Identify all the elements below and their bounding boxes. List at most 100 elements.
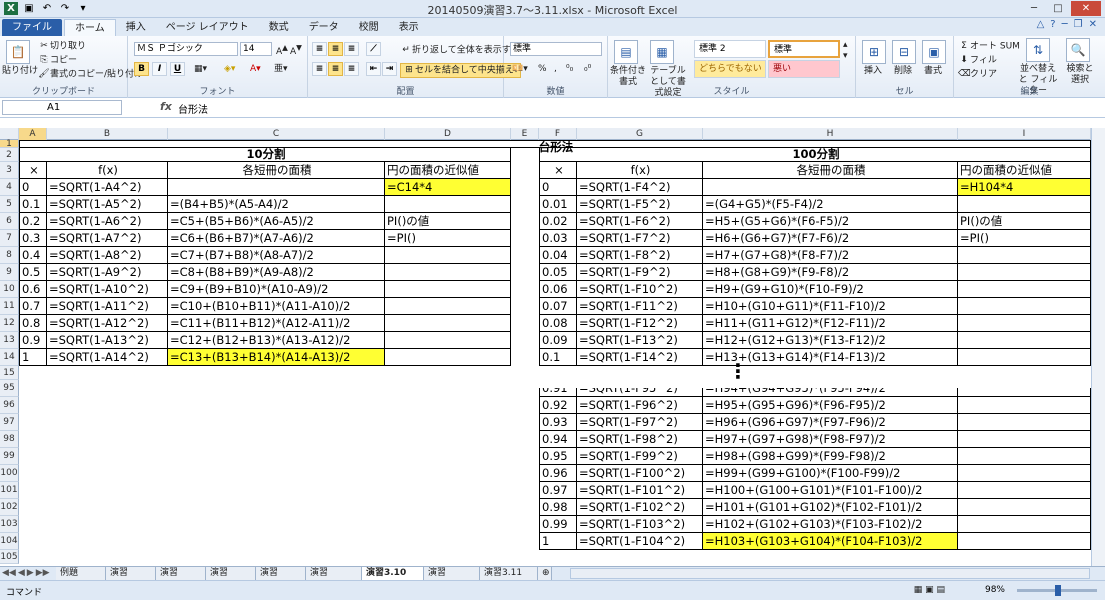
- cell-x[interactable]: 0.03: [539, 230, 577, 247]
- increase-decimal-icon[interactable]: ⁰₀: [566, 64, 573, 75]
- cell-area[interactable]: [703, 179, 958, 196]
- cell-fx[interactable]: =SQRT(1-F99^2): [577, 448, 703, 465]
- row-header[interactable]: 102: [0, 499, 19, 516]
- left-col-title-approx[interactable]: 円の面積の近似値: [385, 162, 511, 179]
- cell-approx[interactable]: [958, 349, 1091, 366]
- cell-approx[interactable]: =PI(): [385, 230, 511, 247]
- cell-area[interactable]: =H101+(G101+G102)*(F102-F101)/2: [703, 499, 958, 516]
- cell-fx[interactable]: =SQRT(1-F6^2): [577, 213, 703, 230]
- cell-fx[interactable]: =SQRT(1-F13^2): [577, 332, 703, 349]
- cell-area[interactable]: =H7+(G7+G8)*(F8-F7)/2: [703, 247, 958, 264]
- new-sheet-icon[interactable]: ⊕: [538, 567, 552, 580]
- cell-fx[interactable]: =SQRT(1-F103^2): [577, 516, 703, 533]
- cell-approx[interactable]: =PI(): [958, 230, 1091, 247]
- column-header-i[interactable]: I: [958, 128, 1091, 140]
- format-as-table-icon[interactable]: ▦: [650, 40, 674, 64]
- column-header-h[interactable]: H: [703, 128, 958, 140]
- row-header[interactable]: 97: [0, 414, 19, 431]
- cell-area[interactable]: =C7+(B7+B8)*(A8-A7)/2: [168, 247, 385, 264]
- tab-formulas[interactable]: 数式: [259, 19, 299, 36]
- cell-area[interactable]: =H96+(G96+G97)*(F97-F96)/2: [703, 414, 958, 431]
- wrap-text-button[interactable]: ↵ 折り返して全体を表示する: [400, 44, 520, 57]
- insert-cells-button[interactable]: 挿入: [864, 66, 882, 77]
- comma-icon[interactable]: ,: [554, 64, 557, 75]
- cell-x[interactable]: 0.07: [539, 298, 577, 315]
- formula-input[interactable]: 台形法: [178, 101, 208, 116]
- cell-area[interactable]: =H99+(G99+G100)*(F100-F99)/2: [703, 465, 958, 482]
- align-left-icon[interactable]: ≡: [312, 62, 327, 76]
- column-header-b[interactable]: B: [47, 128, 168, 140]
- cell-fx[interactable]: =SQRT(1-A12^2): [47, 315, 168, 332]
- cell-fx[interactable]: =SQRT(1-A7^2): [47, 230, 168, 247]
- cell-approx[interactable]: [958, 196, 1091, 213]
- cell-approx[interactable]: PI()の値: [958, 213, 1091, 230]
- column-header-c[interactable]: C: [168, 128, 385, 140]
- sheet-tab[interactable]: 演習3.10(1): [306, 567, 362, 591]
- paste-icon[interactable]: 📋: [6, 40, 30, 64]
- cell-area[interactable]: =H10+(G10+G11)*(F11-F10)/2: [703, 298, 958, 315]
- column-header-d[interactable]: D: [385, 128, 511, 140]
- cell-x[interactable]: 0.04: [539, 247, 577, 264]
- row-header[interactable]: 7: [0, 230, 19, 247]
- cell-approx[interactable]: PI()の値: [385, 213, 511, 230]
- prev-sheet-icon[interactable]: ◀: [18, 568, 25, 578]
- cell-x[interactable]: 0.98: [539, 499, 577, 516]
- cell-approx[interactable]: [385, 247, 511, 264]
- phonetic-icon[interactable]: 亜▾: [274, 64, 288, 75]
- name-box[interactable]: A1: [2, 100, 122, 115]
- first-sheet-icon[interactable]: ◀◀: [2, 568, 16, 578]
- cell-fx[interactable]: =SQRT(1-F4^2): [577, 179, 703, 196]
- minimize-icon[interactable]: ─: [1023, 1, 1045, 16]
- tab-file[interactable]: ファイル: [2, 19, 62, 36]
- cell-approx[interactable]: [385, 298, 511, 315]
- left-col-title-area[interactable]: 各短冊の面積: [168, 162, 385, 179]
- cell-approx[interactable]: [385, 315, 511, 332]
- cell-fx[interactable]: =SQRT(1-A14^2): [47, 349, 168, 366]
- row-header[interactable]: 12: [0, 315, 19, 332]
- cell-approx[interactable]: [958, 516, 1091, 533]
- cell-approx[interactable]: [958, 465, 1091, 482]
- cell-approx[interactable]: [385, 281, 511, 298]
- row-header[interactable]: 96: [0, 397, 19, 414]
- sheet-tab[interactable]: 演習3.11(1): [424, 567, 480, 591]
- font-color-icon[interactable]: A▾: [250, 64, 261, 75]
- tab-home[interactable]: ホーム: [64, 19, 116, 36]
- zoom-level[interactable]: 98%: [985, 585, 1005, 595]
- cell-fx[interactable]: =SQRT(1-F104^2): [577, 533, 703, 550]
- row-header[interactable]: 101: [0, 482, 19, 499]
- cell-approx[interactable]: [958, 414, 1091, 431]
- right-col-title-approx[interactable]: 円の面積の近似値: [958, 162, 1091, 179]
- cell-approx[interactable]: [958, 431, 1091, 448]
- close-icon[interactable]: ✕: [1071, 1, 1101, 16]
- indent-increase-icon[interactable]: ⇥: [382, 62, 397, 76]
- right-col-title-fx[interactable]: f(x): [577, 162, 703, 179]
- ribbon-minimize-icon[interactable]: △: [1037, 19, 1045, 30]
- cell-x[interactable]: 0.6: [19, 281, 47, 298]
- cell-fx[interactable]: =SQRT(1-F8^2): [577, 247, 703, 264]
- sheet-tab[interactable]: 演習3.8(2): [156, 567, 206, 591]
- cell-fx[interactable]: =SQRT(1-A13^2): [47, 332, 168, 349]
- cell-fx[interactable]: =SQRT(1-F11^2): [577, 298, 703, 315]
- left-col-title-x[interactable]: ×: [19, 162, 47, 179]
- cell-area[interactable]: =C9+(B9+B10)*(A10-A9)/2: [168, 281, 385, 298]
- cell-x[interactable]: 0.9: [19, 332, 47, 349]
- find-select-icon[interactable]: 🔍: [1066, 38, 1090, 62]
- workbook-close-icon[interactable]: ✕: [1089, 19, 1097, 30]
- horizontal-scrollbar[interactable]: [570, 568, 1090, 579]
- sheet-tab[interactable]: 例題3.2(3): [56, 567, 106, 591]
- number-format-combo[interactable]: 標準: [510, 42, 602, 56]
- row-header[interactable]: 6: [0, 213, 19, 230]
- row-header[interactable]: 103: [0, 516, 19, 533]
- tab-page-layout[interactable]: ページ レイアウト: [156, 19, 259, 36]
- cell-fx[interactable]: =SQRT(1-A11^2): [47, 298, 168, 315]
- cell-area[interactable]: =H6+(G6+G7)*(F7-F6)/2: [703, 230, 958, 247]
- cell-x[interactable]: 0.3: [19, 230, 47, 247]
- cell-x[interactable]: 0.09: [539, 332, 577, 349]
- row-header[interactable]: 99: [0, 448, 19, 465]
- cell-fx[interactable]: =SQRT(1-F96^2): [577, 397, 703, 414]
- cell-area[interactable]: =C6+(B6+B7)*(A7-A6)/2: [168, 230, 385, 247]
- orientation-icon[interactable]: ⟋: [366, 42, 381, 56]
- shrink-font-icon[interactable]: A▼: [290, 42, 302, 58]
- format-cells-button[interactable]: 書式: [924, 66, 942, 77]
- insert-cells-icon[interactable]: ⊞: [862, 40, 886, 64]
